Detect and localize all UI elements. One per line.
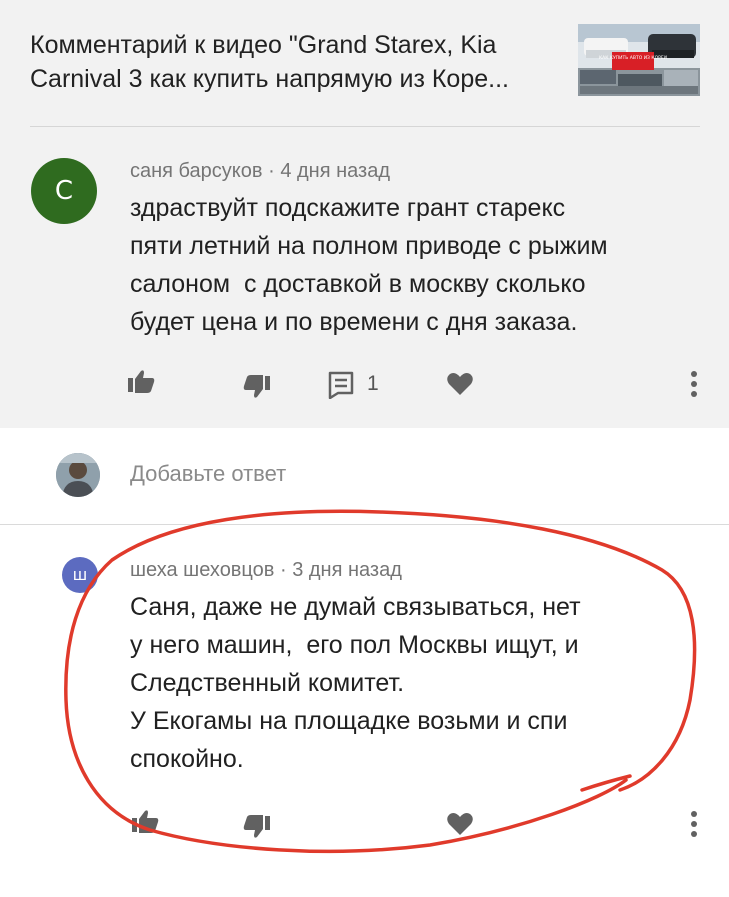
reply-input[interactable]: Добавьте ответ	[130, 461, 286, 487]
like-button[interactable]	[126, 368, 156, 399]
thumb-down-icon	[243, 375, 270, 398]
reply-line: Следственный комитет.	[130, 669, 405, 697]
more-vert-icon	[691, 811, 697, 837]
dislike-button[interactable]	[242, 374, 272, 405]
thumbnail-image: КАК КУПИТЬ АВТО ИЗ КОРЕИ	[578, 24, 700, 96]
more-button[interactable]	[690, 370, 698, 403]
reply-button[interactable]	[328, 371, 354, 404]
dislike-button[interactable]	[242, 814, 272, 845]
comment-line: пяти летний на полном приводе с рыжим	[130, 232, 608, 260]
comment-text: здраствуйт подскажите грант старекс пяти…	[130, 189, 690, 341]
page-title: Комментарий к видео "Grand Starex, Kia C…	[30, 31, 509, 93]
meta-separator: ·	[279, 559, 293, 581]
thumb-down-icon	[243, 815, 270, 838]
reply-text: Саня, даже не думай связываться, нет у н…	[130, 588, 690, 778]
reply-meta: шеха шеховцов · 3 дня назад	[130, 559, 402, 582]
comment-line: здраствуйт подскажите грант старекс	[130, 194, 566, 222]
more-vert-icon	[691, 371, 697, 397]
thumb-up-icon	[132, 810, 159, 833]
meta-separator: ·	[268, 160, 281, 182]
reply-line: спокойно.	[130, 745, 244, 773]
comment-time: 4 дня назад	[280, 160, 390, 182]
reply-time: 3 дня назад	[292, 559, 402, 581]
more-button[interactable]	[690, 810, 698, 843]
reply-line: Саня, даже не думай связываться, нет	[130, 593, 581, 621]
comment-icon	[328, 371, 354, 400]
header-divider	[30, 126, 700, 127]
reply-count: 1	[367, 372, 379, 395]
comment-author[interactable]: саня барсуков	[130, 160, 263, 182]
thumb-up-icon	[128, 370, 155, 393]
heart-icon	[447, 813, 473, 835]
avatar[interactable]: С	[31, 158, 97, 224]
comment-line: салоном с доставкой в москву сколько	[130, 270, 586, 298]
comment-meta: саня барсуков · 4 дня назад	[130, 160, 390, 183]
reply-author[interactable]: шеха шеховцов	[130, 559, 274, 581]
user-photo-icon	[56, 453, 100, 497]
reply-line: У Екогамы на площадке возьми и спи	[130, 707, 568, 735]
avatar	[56, 453, 100, 497]
heart-button[interactable]	[446, 811, 474, 842]
heart-icon	[447, 373, 473, 395]
top-section: Комментарий к видео "Grand Starex, Kia C…	[0, 0, 729, 428]
like-button[interactable]	[130, 808, 160, 839]
avatar[interactable]: ш	[62, 557, 98, 593]
comment-line: будет цена и по времени с дня заказа.	[130, 308, 578, 336]
heart-button[interactable]	[446, 371, 474, 402]
reply-line: у него машин, его пол Москвы ищут, и	[130, 631, 579, 659]
video-thumbnail[interactable]: КАК КУПИТЬ АВТО ИЗ КОРЕИ	[578, 24, 700, 96]
thumbnail-caption: КАК КУПИТЬ АВТО ИЗ КОРЕИ	[599, 55, 667, 61]
reply-divider	[0, 524, 729, 525]
